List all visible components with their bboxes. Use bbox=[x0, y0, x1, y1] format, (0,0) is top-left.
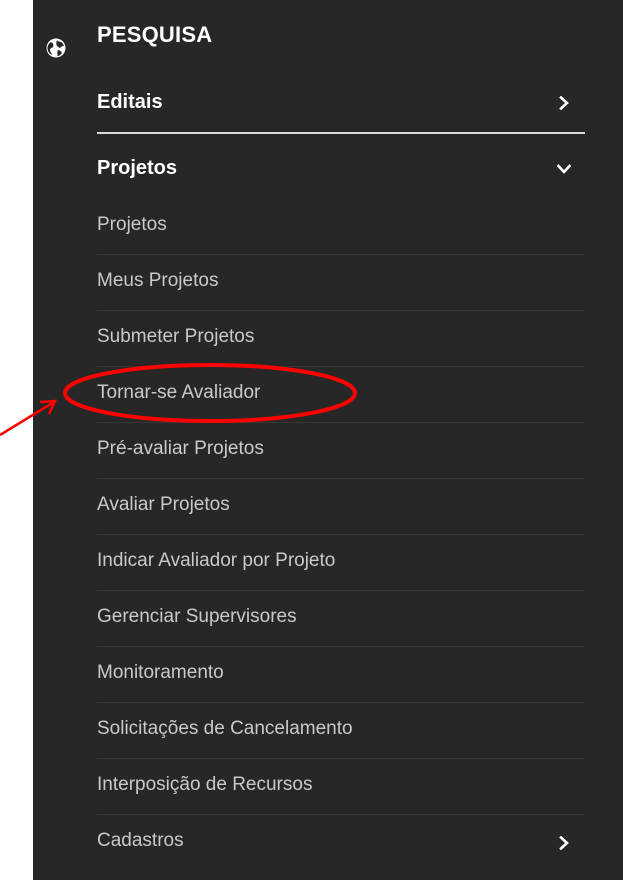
section-title: PESQUISA bbox=[97, 22, 213, 47]
menu-item-label: Projetos bbox=[97, 214, 167, 235]
menu-item-meus-projetos[interactable]: Meus Projetos bbox=[97, 254, 585, 311]
sidebar-menu: PESQUISA Editais Projetos Projetos Meus … bbox=[33, 0, 623, 880]
chevron-down-icon bbox=[557, 164, 571, 174]
menu-item-submeter-projetos[interactable]: Submeter Projetos bbox=[97, 310, 585, 367]
menu-group-projetos[interactable]: Projetos bbox=[97, 140, 585, 198]
menu-group-label: Editais bbox=[97, 91, 163, 113]
menu-item-tornar-se-avaliador[interactable]: Tornar-se Avaliador bbox=[97, 366, 585, 423]
menu-item-cadastros[interactable]: Cadastros bbox=[97, 814, 585, 870]
menu-item-label: Pré-avaliar Projetos bbox=[97, 438, 264, 459]
menu-item-label: Solicitações de Cancelamento bbox=[97, 718, 353, 739]
menu-item-label: Cadastros bbox=[97, 830, 184, 851]
menu-group-editais[interactable]: Editais bbox=[97, 74, 585, 134]
menu-item-solicitacoes-cancelamento[interactable]: Solicitações de Cancelamento bbox=[97, 702, 585, 759]
menu-item-projetos[interactable]: Projetos bbox=[97, 198, 585, 255]
menu-item-label: Meus Projetos bbox=[97, 270, 219, 291]
menu-item-label: Gerenciar Supervisores bbox=[97, 606, 297, 627]
chevron-right-icon bbox=[559, 96, 569, 110]
menu-item-monitoramento[interactable]: Monitoramento bbox=[97, 646, 585, 703]
menu-item-label: Interposição de Recursos bbox=[97, 774, 313, 795]
menu-item-gerenciar-supervisores[interactable]: Gerenciar Supervisores bbox=[97, 590, 585, 647]
menu-item-avaliar-projetos[interactable]: Avaliar Projetos bbox=[97, 478, 585, 535]
menu-item-label: Avaliar Projetos bbox=[97, 494, 230, 515]
chevron-right-icon bbox=[559, 836, 569, 850]
menu-item-label: Submeter Projetos bbox=[97, 326, 255, 347]
menu-item-label: Monitoramento bbox=[97, 662, 224, 683]
menu-item-pre-avaliar-projetos[interactable]: Pré-avaliar Projetos bbox=[97, 422, 585, 479]
menu-item-interposicao-recursos[interactable]: Interposição de Recursos bbox=[97, 758, 585, 815]
menu-item-label: Tornar-se Avaliador bbox=[97, 382, 261, 403]
menu-item-indicar-avaliador[interactable]: Indicar Avaliador por Projeto bbox=[97, 534, 585, 591]
menu-group-label: Projetos bbox=[97, 157, 178, 179]
globe-icon bbox=[46, 38, 66, 58]
menu-item-label: Indicar Avaliador por Projeto bbox=[97, 550, 336, 571]
